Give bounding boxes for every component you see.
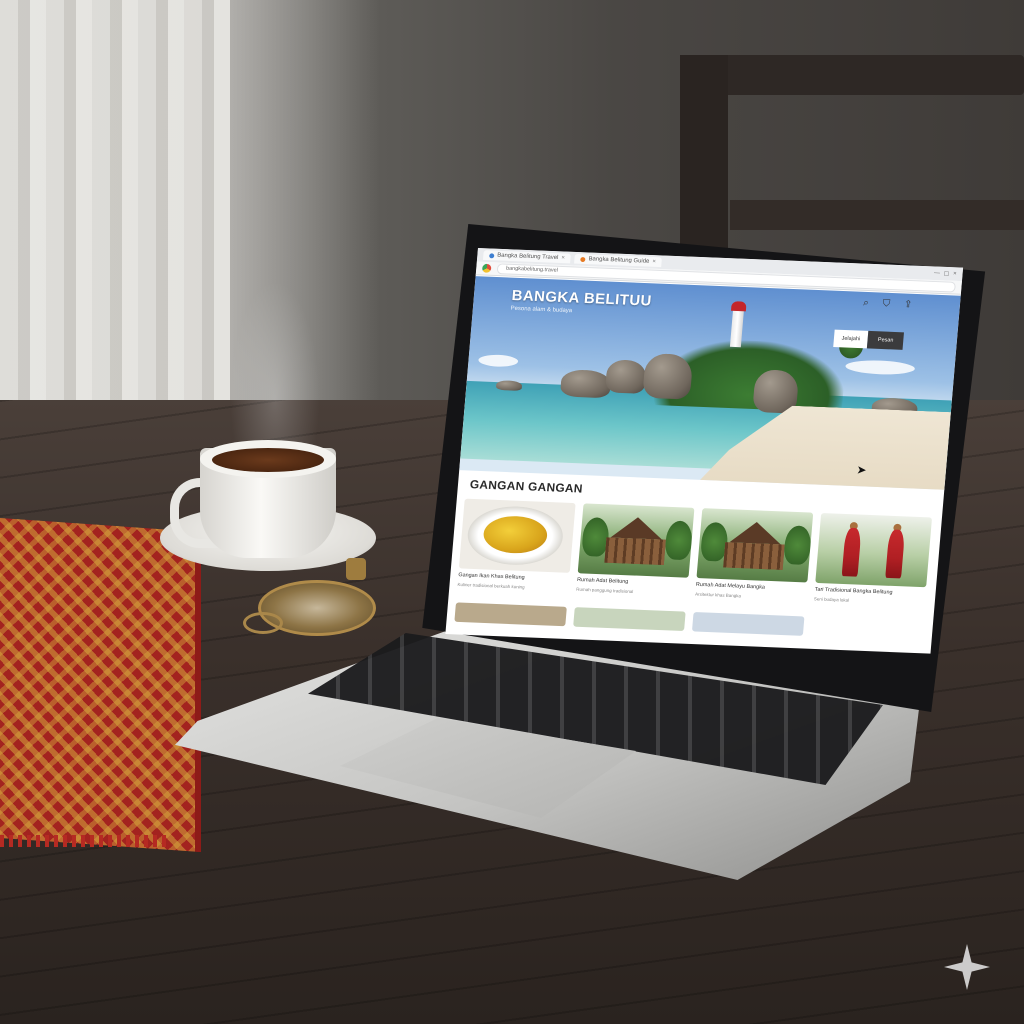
tab-label: Bangka Belitung Guide	[588, 256, 650, 265]
tree	[664, 520, 694, 561]
cloud	[844, 359, 916, 376]
granite-boulder	[559, 369, 612, 399]
card-title[interactable]: Tari Tradisional Bangka Belitung	[814, 587, 925, 597]
thumbnail[interactable]	[691, 611, 805, 636]
maximize-button[interactable]: ☐	[944, 270, 950, 277]
dancer	[885, 529, 906, 579]
card-subtitle: Arsitektur khas Bangka	[694, 591, 742, 599]
card-subtitle: Kuliner tradisional berkuah kuning	[457, 582, 525, 590]
hero-banner: BANGKA BELITUU Pesona alam & budaya ⌕ ⛉ …	[459, 276, 961, 490]
laptop-screen: Bangka Belitung Travel × Bangka Belitung…	[445, 248, 964, 654]
globe-icon	[489, 252, 495, 258]
hero-button-group: Jelajahi Pesan	[832, 329, 904, 350]
bookmark-icon[interactable]: ⛉	[882, 298, 890, 309]
thumbnail[interactable]	[810, 616, 924, 641]
lighthouse-lamp	[730, 301, 747, 312]
hero-subtitle: Pesona alam & budaya	[510, 305, 573, 315]
orange-site-icon	[580, 256, 586, 262]
granite-boulder	[604, 359, 648, 394]
dancer	[841, 527, 862, 577]
book-button[interactable]: Pesan	[867, 330, 904, 350]
minimize-button[interactable]: —	[934, 270, 940, 277]
card-subtitle: Rumah panggung tradisional	[576, 586, 634, 594]
card-grid: Gangan Ikan Khas Belitung Kuliner tradis…	[457, 498, 940, 606]
tea-steam	[230, 280, 320, 450]
close-icon[interactable]: ×	[561, 253, 565, 263]
songket-fringe	[0, 835, 170, 847]
site-nav-icons: ⌕ ⛉ ⇪	[863, 298, 913, 311]
tab-label: Bangka Belitung Travel	[496, 252, 559, 261]
card-subtitle: Seni budaya lokal	[813, 596, 850, 603]
chair-top-rail	[680, 55, 1024, 95]
cloud	[477, 354, 519, 368]
thumbnail[interactable]	[573, 607, 686, 632]
card-image-house[interactable]	[696, 508, 814, 583]
songket-cloth	[0, 517, 201, 853]
card-image-food[interactable]	[458, 498, 576, 573]
card-rumah-melayu[interactable]: Rumah Adat Melayu Bangka Arsitektur khas…	[694, 508, 814, 601]
house-roof	[729, 521, 782, 544]
card-rumah-adat[interactable]: Rumah Adat Belitung Rumah panggung tradi…	[576, 503, 695, 596]
house-roof	[610, 516, 663, 539]
card-gangan[interactable]: Gangan Ikan Khas Belitung Kuliner tradis…	[457, 498, 576, 592]
card-title[interactable]: Rumah Adat Belitung	[577, 577, 688, 587]
second-row-thumbnails	[454, 602, 931, 641]
share-icon[interactable]: ⇪	[904, 299, 913, 310]
granite-boulder	[495, 380, 523, 391]
granite-boulder	[642, 353, 694, 400]
window-controls: — ☐ ×	[934, 270, 963, 278]
card-image-house[interactable]	[577, 503, 695, 578]
section-title: GANGAN GANGAN	[469, 477, 584, 496]
card-title[interactable]: Rumah Adat Melayu Bangka	[696, 582, 807, 592]
chair-middle-rail	[730, 200, 1024, 230]
explore-button[interactable]: Jelajahi	[832, 329, 869, 349]
search-icon[interactable]: ⌕	[863, 298, 869, 309]
card-image-dance[interactable]	[815, 512, 933, 588]
compass-ring	[243, 612, 283, 634]
thumbnail[interactable]	[454, 602, 567, 627]
mouse-cursor-icon: ➤	[856, 462, 868, 477]
close-window-button[interactable]: ×	[953, 271, 957, 278]
tree	[783, 525, 813, 566]
card-tari[interactable]: Tari Tradisional Bangka Belitung Seni bu…	[813, 512, 933, 606]
close-icon[interactable]: ×	[652, 257, 656, 267]
house-body	[723, 542, 785, 570]
tea	[212, 448, 324, 472]
house-body	[604, 537, 666, 566]
browser-logo-icon[interactable]	[481, 263, 492, 273]
card-title[interactable]: Gangan Ikan Khas Belitung	[458, 572, 569, 582]
compass-crown	[346, 558, 366, 580]
